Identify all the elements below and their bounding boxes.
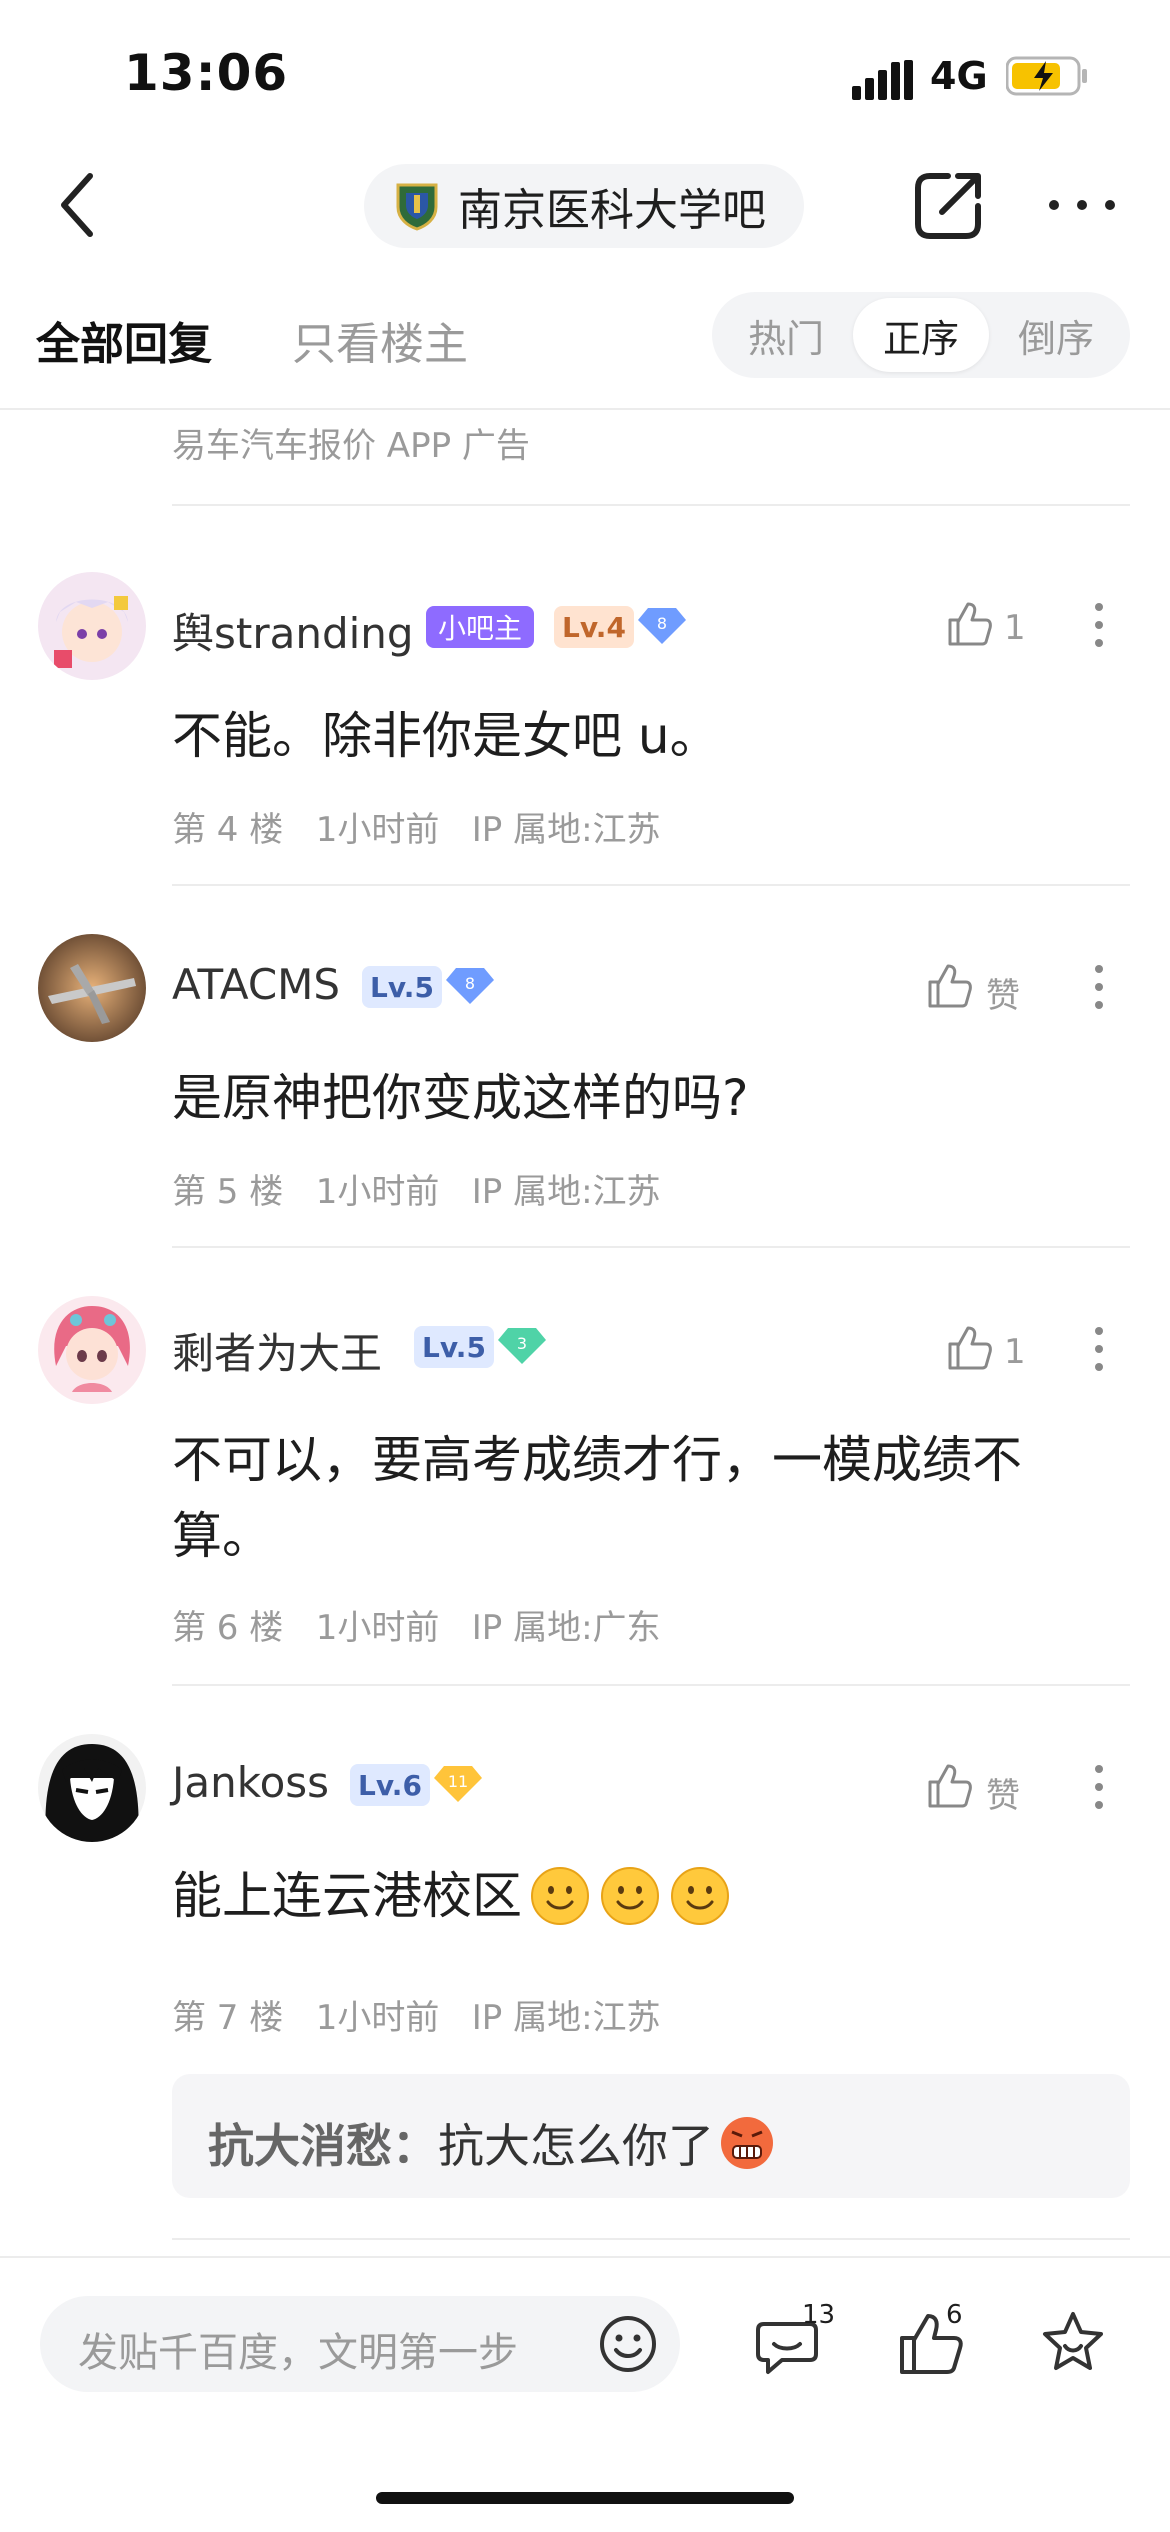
floor-number: 第 6 楼	[172, 1608, 284, 1648]
thumbs-up-icon[interactable]	[946, 1324, 992, 1372]
smile-emoji-icon	[601, 1867, 659, 1925]
post-content-line: 算。	[172, 1507, 272, 1565]
thumbs-up-icon[interactable]	[926, 962, 972, 1010]
like-total: 6	[946, 2300, 963, 2330]
ip-location: IP 属地:广东	[471, 1608, 661, 1648]
post-time: 1小时前	[315, 1172, 440, 1212]
level-badge: Lv.5	[362, 966, 442, 1008]
divider	[172, 504, 1130, 506]
username[interactable]: 舆stranding	[172, 600, 414, 661]
divider	[172, 2238, 1130, 2240]
gem-badge-icon: 8	[638, 608, 686, 644]
sort-switch: 热门 正序 倒序	[712, 292, 1130, 378]
ip-location: IP 属地:江苏	[471, 1998, 661, 2038]
sort-descending[interactable]: 倒序	[988, 298, 1124, 372]
back-chevron-icon[interactable]	[56, 170, 100, 240]
sub-reply-content: 抗大怎么你了	[438, 2119, 714, 2173]
post-meta: 第 7 楼 1小时前 IP 属地:江苏	[172, 1990, 661, 2039]
post-time: 1小时前	[315, 1998, 440, 2038]
svg-text:8: 8	[465, 974, 475, 993]
tab-op-only[interactable]: 只看楼主	[292, 308, 468, 372]
forum-name: 南京医科大学吧	[458, 185, 766, 236]
post-meta: 第 5 楼 1小时前 IP 属地:江苏	[172, 1164, 661, 1213]
level-badge: Lv.5	[414, 1326, 494, 1368]
post-content: 是原神把你变成这样的吗?	[172, 1069, 749, 1127]
post-meta: 第 6 楼 1小时前 IP 属地:广东	[172, 1600, 661, 1649]
more-options-icon[interactable]	[1046, 190, 1118, 220]
svg-text:8: 8	[657, 614, 667, 633]
home-indicator	[376, 2492, 794, 2504]
floor-number: 第 4 楼	[172, 810, 284, 850]
network-type: 4G	[930, 54, 988, 98]
sort-hot[interactable]: 热门	[718, 298, 854, 372]
post-menu-icon[interactable]	[1092, 602, 1106, 648]
signal-icon	[852, 60, 913, 100]
comment-placeholder: 发贴千百度，文明第一步	[78, 2330, 518, 2376]
sub-reply-author: 抗大消愁：	[208, 2119, 438, 2173]
avatar[interactable]	[38, 1296, 146, 1404]
floor-number: 第 5 楼	[172, 1172, 284, 1212]
like-count: 赞	[986, 1776, 1020, 1816]
ip-location: IP 属地:江苏	[471, 810, 661, 850]
thumbs-up-icon[interactable]	[926, 1762, 972, 1810]
sub-reply[interactable]: 抗大消愁： 抗大怎么你了	[172, 2074, 1130, 2198]
smile-emoji-icon	[671, 1867, 729, 1925]
post-meta: 第 4 楼 1小时前 IP 属地:江苏	[172, 802, 661, 851]
post-content: 不能。除非你是女吧 u。	[172, 707, 720, 765]
username[interactable]: ATACMS	[172, 960, 340, 1009]
like-count: 赞	[986, 976, 1020, 1016]
thumbs-up-icon[interactable]	[946, 600, 992, 648]
battery-icon	[1006, 56, 1087, 96]
post-content-text: 能上连云港校区	[172, 1867, 522, 1925]
avatar[interactable]	[38, 934, 146, 1042]
like-count: 1	[1004, 1332, 1026, 1372]
level-badge: Lv.6	[350, 1764, 430, 1806]
post-menu-icon[interactable]	[1092, 964, 1106, 1010]
divider	[172, 1246, 1130, 1248]
forum-logo-icon	[396, 183, 438, 231]
floor-number: 第 7 楼	[172, 1998, 284, 2038]
forum-name-pill[interactable]: 南京医科大学吧	[364, 164, 804, 248]
sort-ascending[interactable]: 正序	[853, 298, 989, 372]
favorite-star-icon[interactable]	[1038, 2308, 1108, 2378]
smile-emoji-icon	[531, 1867, 589, 1925]
avatar[interactable]	[38, 572, 146, 680]
comment-input[interactable]: 发贴千百度，文明第一步	[40, 2296, 680, 2392]
username[interactable]: 剩者为大王	[172, 1320, 382, 1381]
svg-text:3: 3	[517, 1334, 527, 1353]
post-content: 不可以，要高考成绩才行，一模成绩不 算。	[172, 1422, 1072, 1574]
ad-label[interactable]: 易车汽车报价 APP 广告	[172, 418, 530, 467]
comment-count: 13	[802, 2300, 836, 2330]
level-badge: Lv.4	[554, 606, 634, 648]
post-menu-icon[interactable]	[1092, 1764, 1106, 1810]
like-count: 1	[1004, 608, 1026, 648]
svg-text:11: 11	[448, 1772, 468, 1791]
post-time: 1小时前	[315, 810, 440, 850]
post-menu-icon[interactable]	[1092, 1326, 1106, 1372]
gem-badge-icon: 11	[434, 1766, 482, 1802]
tab-all-replies[interactable]: 全部回复	[36, 308, 212, 372]
divider	[172, 1684, 1130, 1686]
bottom-divider	[0, 2256, 1170, 2258]
angry-emoji-icon	[721, 2117, 773, 2169]
post-content-line: 不可以，要高考成绩才行，一模成绩不	[172, 1431, 1022, 1489]
gem-badge-icon: 8	[446, 968, 494, 1004]
status-time: 13:06	[124, 44, 289, 102]
ip-location: IP 属地:江苏	[471, 1172, 661, 1212]
post-time: 1小时前	[315, 1608, 440, 1648]
gem-badge-icon: 3	[498, 1328, 546, 1364]
emoji-button-icon[interactable]	[596, 2312, 660, 2376]
avatar[interactable]	[38, 1734, 146, 1842]
share-icon[interactable]	[908, 166, 988, 246]
admin-badge: 小吧主	[426, 606, 535, 648]
post-content: 能上连云港校区	[172, 1858, 1072, 1934]
divider	[172, 884, 1130, 886]
nav-divider	[0, 408, 1170, 410]
sub-reply-text: 抗大消愁： 抗大怎么你了	[208, 2110, 776, 2176]
username[interactable]: Jankoss	[172, 1758, 329, 1807]
